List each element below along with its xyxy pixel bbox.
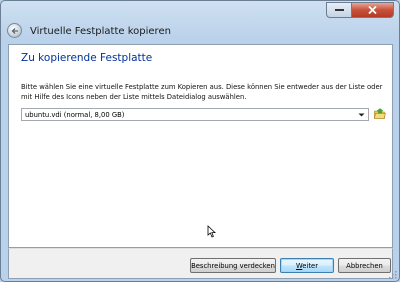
resize-grip-icon[interactable] — [389, 271, 397, 279]
folder-open-icon[interactable] — [374, 108, 386, 120]
back-arrow-icon — [11, 28, 18, 34]
disk-select[interactable]: ubuntu.vdi (normal, 8,00 GB) — [21, 108, 369, 121]
next-label-rest: eiter — [302, 261, 319, 270]
close-button[interactable] — [351, 2, 394, 18]
wizard-content: Zu kopierende Festplatte Bitte wählen Si… — [8, 44, 393, 248]
title-bar: Virtuelle Festplatte kopieren — [1, 1, 399, 39]
cancel-button[interactable]: Abbrechen — [338, 258, 391, 273]
window-title: Virtuelle Festplatte kopieren — [30, 26, 171, 37]
chevron-down-icon — [358, 113, 365, 117]
window-controls — [326, 2, 394, 18]
close-icon — [368, 6, 377, 14]
page-heading: Zu kopierende Festplatte — [21, 52, 153, 64]
dialog-window: Virtuelle Festplatte kopieren Zu kopiere… — [0, 0, 400, 282]
page-description: Bitte wählen Sie eine virtuelle Festplat… — [21, 83, 383, 101]
hide-description-label: Beschreibung verdecken — [191, 261, 275, 270]
next-button[interactable]: Weiter — [280, 258, 334, 273]
cancel-label: Abbrechen — [346, 261, 383, 270]
hide-description-button[interactable]: Beschreibung verdecken — [190, 258, 276, 273]
disk-select-value: ubuntu.vdi (normal, 8,00 GB) — [25, 111, 125, 119]
minimize-button[interactable] — [326, 2, 351, 18]
back-button[interactable] — [7, 23, 22, 38]
mouse-cursor-icon — [207, 225, 216, 238]
button-bar: Beschreibung verdecken Weiter Abbrechen — [8, 248, 393, 279]
next-label: Weiter — [296, 262, 318, 270]
minimize-icon — [334, 9, 344, 11]
